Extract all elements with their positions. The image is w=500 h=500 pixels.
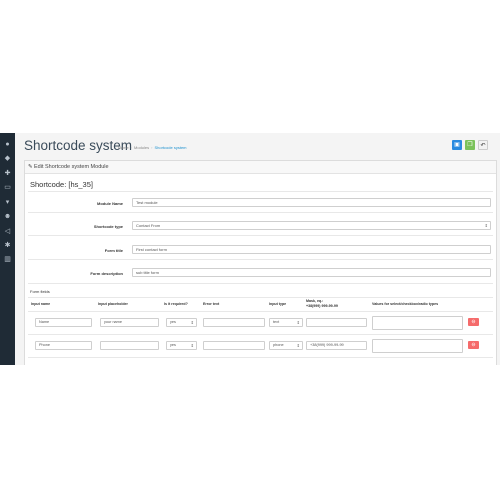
user-icon[interactable]: ☻: [3, 212, 12, 221]
divider: [28, 297, 493, 298]
col-required: Is it required?: [164, 302, 188, 306]
chevron-updown-icon: ⇕: [190, 343, 194, 348]
form-description-label: Form description: [90, 271, 123, 276]
divider: [28, 283, 493, 284]
breadcrumb-current[interactable]: Shortcode system: [154, 145, 186, 150]
col-input-type: Input type: [269, 302, 287, 306]
row2-required-select[interactable]: yes ⇕: [166, 341, 197, 350]
row1-values-textarea[interactable]: [372, 316, 463, 330]
row2-remove-button[interactable]: ⊖: [468, 341, 479, 349]
row2-error-text[interactable]: [203, 341, 265, 350]
row2-input-placeholder[interactable]: [100, 341, 159, 350]
pencil-icon: ✎: [28, 164, 33, 170]
puzzle-icon[interactable]: ✚: [3, 169, 12, 178]
divider: [28, 259, 493, 260]
col-mask: Mask, eq.:: [306, 299, 324, 303]
save-icon: ▣: [454, 142, 460, 148]
back-icon: ↶: [480, 143, 486, 149]
chart-icon[interactable]: ▥: [3, 255, 12, 264]
chevron-updown-icon: ⇕: [296, 320, 300, 325]
shortcode-type-label: Shortcode type: [93, 224, 123, 229]
chevron-updown-icon: ⇕: [296, 343, 300, 348]
row1-mask[interactable]: [306, 318, 367, 327]
shortcode-type-value: Contact From: [136, 223, 161, 228]
divider: [28, 212, 493, 213]
page-title: Shortcode system: [24, 138, 133, 153]
col-mask-example: +38(999) 999-99-99: [306, 304, 338, 308]
tag-icon[interactable]: ◆: [3, 154, 12, 163]
col-input-name: Input name: [31, 302, 51, 306]
share-icon[interactable]: ◁: [3, 227, 12, 236]
panel-heading-label: Edit Shortcode system Module: [34, 164, 109, 170]
divider: [28, 357, 493, 358]
module-name-input[interactable]: Test module: [132, 198, 491, 207]
main-content: Shortcode system Home › Modules › Shortcode …: [15, 133, 500, 365]
row2-type-value: phone: [273, 343, 284, 347]
minus-circle-icon: ⊖: [471, 342, 476, 348]
minus-circle-icon: ⊖: [471, 319, 476, 325]
module-name-label: Module Name: [96, 201, 123, 206]
form-title-input[interactable]: First contact form: [132, 245, 491, 254]
col-values: Values for select/checkbox/radio types: [372, 302, 439, 306]
row1-required-value: yes: [170, 320, 176, 324]
row2-required-value: yes: [170, 343, 176, 347]
form-fields-label: Form fields: [30, 289, 50, 294]
save-button[interactable]: ▣: [452, 140, 462, 150]
form-title-label: Form title: [104, 248, 123, 253]
row1-type-select[interactable]: text ⇕: [269, 318, 303, 327]
desktop-icon[interactable]: ▭: [3, 183, 12, 192]
back-button[interactable]: ↶: [478, 140, 488, 150]
row1-remove-button[interactable]: ⊖: [468, 318, 479, 326]
divider: [28, 191, 493, 192]
chevron-updown-icon: ⇕: [484, 223, 488, 228]
edit-panel: ✎ Edit Shortcode system Module Shortcode…: [24, 160, 497, 365]
shortcode-type-select[interactable]: Contact From ⇕: [132, 221, 491, 230]
divider: [28, 334, 493, 335]
panel-heading: ✎ Edit Shortcode system Module: [25, 161, 496, 174]
row1-required-select[interactable]: yes ⇕: [166, 318, 197, 327]
divider: [28, 235, 493, 236]
col-error-text: Error text: [203, 302, 220, 306]
col-input-placeholder: Input placeholder: [98, 302, 128, 306]
app-window: ● ◆ ✚ ▭ ▾ ☻ ◁ ✱ ▥ Shortcode system Home ›…: [0, 133, 500, 365]
breadcrumb-home[interactable]: Home: [118, 145, 129, 150]
chevron-updown-icon: ⇕: [190, 320, 194, 325]
copy-button[interactable]: ❐: [465, 140, 475, 150]
copy-icon: ❐: [467, 142, 473, 148]
row1-input-name[interactable]: Name: [35, 318, 92, 327]
gear-icon[interactable]: ✱: [3, 241, 12, 250]
form-description-input[interactable]: sub title form: [132, 268, 491, 277]
shortcode-label: Shortcode: [hs_35]: [30, 180, 93, 189]
breadcrumb: Home › Modules › Shortcode system: [118, 145, 187, 150]
row2-values-textarea[interactable]: [372, 339, 463, 353]
dashboard-icon[interactable]: ●: [3, 140, 12, 149]
divider: [28, 311, 493, 312]
row2-mask[interactable]: +38(999) 999-99-99: [306, 341, 367, 350]
row2-type-select[interactable]: phone ⇕: [269, 341, 303, 350]
row1-error-text[interactable]: [203, 318, 265, 327]
sidebar: ● ◆ ✚ ▭ ▾ ☻ ◁ ✱ ▥: [0, 133, 15, 365]
cart-icon[interactable]: ▾: [3, 198, 12, 207]
breadcrumb-modules[interactable]: Modules: [134, 145, 149, 150]
row1-input-placeholder[interactable]: your name: [100, 318, 159, 327]
row1-type-value: text: [273, 320, 280, 324]
row2-input-name[interactable]: Phone: [35, 341, 92, 350]
